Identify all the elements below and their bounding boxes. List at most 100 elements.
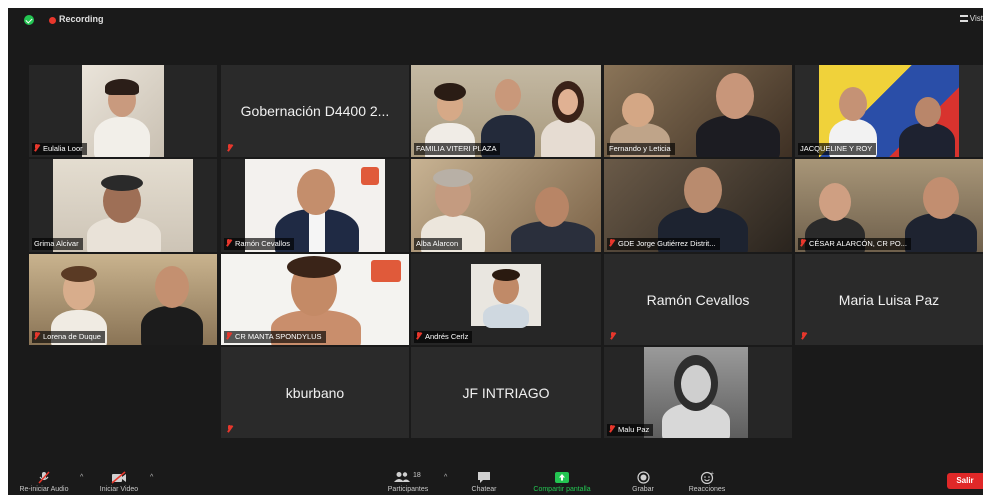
record-button[interactable]: Grabar [628, 471, 658, 493]
participant-tile-active-speaker[interactable]: FAMILIA VITERI PLAZA [411, 65, 601, 157]
person-figure [371, 260, 401, 282]
person-figure [716, 73, 754, 119]
person-figure [923, 177, 959, 219]
share-screen-label: Compartir pantalla [533, 486, 591, 493]
person-figure [541, 119, 595, 157]
recording-label: Recording [59, 14, 104, 24]
participant-tile[interactable]: Gobernación D4400 2... [221, 65, 409, 157]
unmute-audio-button[interactable]: Re-iniciar Audio [16, 471, 72, 493]
leave-meeting-button[interactable]: Salir [947, 473, 983, 489]
participants-options-caret-icon[interactable]: ^ [444, 474, 447, 481]
participant-name: Fernando y Leticia [609, 144, 671, 153]
participant-name-center: Ramón Cevallos [646, 291, 750, 308]
participant-tile[interactable]: kburbano [221, 347, 409, 438]
participant-tile[interactable]: GDE Jorge Gutiérrez Distrit... [604, 159, 792, 252]
participants-icon: 18 [393, 471, 423, 484]
person-figure [492, 269, 520, 281]
person-figure [155, 266, 189, 308]
person-figure [105, 79, 139, 95]
participant-name-tag: Lorena de Duque [32, 331, 105, 343]
participant-name: Lorena de Duque [43, 332, 101, 341]
participant-tile[interactable]: Lorena de Duque [29, 254, 217, 345]
mic-muted-icon [34, 332, 39, 340]
unmute-audio-label: Re-iniciar Audio [19, 486, 69, 493]
view-label: Vist [969, 14, 983, 23]
participant-name: Alba Alarcon [416, 239, 459, 248]
participant-name-center: kburbano [285, 384, 345, 401]
participant-name: FAMILIA VITERI PLAZA [416, 144, 497, 153]
person-figure [681, 365, 711, 403]
participant-name-tag: Fernando y Leticia [607, 143, 675, 155]
participant-name-center: Gobernación D4400 2... [240, 103, 390, 119]
chat-button[interactable]: Chatear [464, 471, 504, 493]
participant-video [471, 264, 541, 328]
participant-name: Malu Paz [618, 425, 650, 434]
participant-tile[interactable]: Maria Luisa Paz [795, 254, 983, 345]
participant-video [644, 347, 748, 438]
mic-muted-icon [227, 144, 232, 152]
reactions-button[interactable]: + Reacciones [682, 471, 732, 493]
person-figure [297, 169, 335, 215]
person-figure [287, 256, 341, 278]
person-figure [684, 167, 722, 213]
participant-name-tag: Ramón Cevallos [224, 238, 295, 250]
participant-name-tag: FAMILIA VITERI PLAZA [414, 143, 501, 155]
participant-tile[interactable]: Eulalia Loor [29, 65, 217, 157]
participant-tile[interactable]: CR MANTA SPONDYLUS [221, 254, 409, 345]
person-figure [61, 266, 97, 282]
person-figure [899, 123, 955, 157]
svg-text:+: + [710, 471, 714, 477]
person-figure [696, 115, 780, 157]
mic-muted-icon [609, 239, 614, 247]
participant-tile[interactable]: Ramón Cevallos [221, 159, 409, 252]
mic-muted-icon [609, 425, 614, 433]
mic-muted-icon [226, 239, 231, 247]
participant-name-tag: Andrés Cerlz [414, 331, 473, 343]
participant-tile[interactable]: JF INTRIAGO [411, 347, 601, 438]
participant-tile[interactable]: Ramón Cevallos [604, 254, 792, 345]
record-label: Grabar [632, 486, 654, 493]
share-screen-button[interactable]: Compartir pantalla [524, 471, 600, 493]
person-figure [622, 93, 654, 127]
participant-tile[interactable]: Andrés Cerlz [411, 254, 601, 345]
participant-name: Andrés Cerlz [425, 332, 469, 341]
mic-muted-icon [610, 332, 615, 340]
person-figure [819, 183, 851, 221]
participant-name: Ramón Cevallos [235, 239, 291, 248]
participant-name: CR MANTA SPONDYLUS [235, 332, 322, 341]
person-figure [361, 167, 379, 185]
participant-name-tag: Grima Alcivar [32, 238, 83, 250]
participant-tile[interactable]: JACQUELINE Y ROY [795, 65, 983, 157]
participant-name: Grima Alcivar [34, 239, 79, 248]
person-figure [535, 187, 569, 227]
mic-muted-icon [416, 332, 421, 340]
mic-muted-icon [34, 144, 39, 152]
person-figure [839, 87, 867, 121]
participant-name: JACQUELINE Y ROY [800, 144, 873, 153]
participant-tile[interactable]: Fernando y Leticia [604, 65, 792, 157]
participant-name: CÉSAR ALARCÓN, CR PO... [809, 239, 907, 248]
participant-name-tag: GDE Jorge Gutiérrez Distrit... [607, 238, 720, 250]
participant-tile[interactable]: Grima Alcivar [29, 159, 217, 252]
participant-tile[interactable]: CÉSAR ALARCÓN, CR PO... [795, 159, 983, 252]
participant-name-tag: Eulalia Loor [32, 143, 87, 155]
video-options-caret-icon[interactable]: ^ [150, 474, 153, 481]
participant-tile[interactable]: Alba Alarcon [411, 159, 601, 252]
participants-button[interactable]: 18 Participantes [374, 471, 442, 493]
audio-options-caret-icon[interactable]: ^ [80, 474, 83, 481]
person-figure [309, 211, 325, 252]
meeting-toolbar: Re-iniciar Audio ^ Iniciar Video ^ 18 Pa… [8, 467, 983, 495]
start-video-button[interactable]: Iniciar Video [94, 471, 144, 493]
person-figure [433, 169, 473, 187]
participant-name-center: JF INTRIAGO [462, 384, 550, 401]
participants-count: 18 [413, 472, 421, 479]
participant-tile[interactable]: Malu Paz [604, 347, 792, 438]
participant-name: GDE Jorge Gutiérrez Distrit... [618, 239, 716, 248]
participants-label: Participantes [387, 486, 429, 493]
encryption-shield-icon[interactable] [24, 15, 34, 25]
mic-muted-icon [226, 332, 231, 340]
chat-label: Chatear [471, 486, 497, 493]
participant-name-tag: CR MANTA SPONDYLUS [224, 331, 326, 343]
view-button[interactable]: Vist [959, 14, 983, 23]
grid-view-icon [959, 15, 968, 22]
